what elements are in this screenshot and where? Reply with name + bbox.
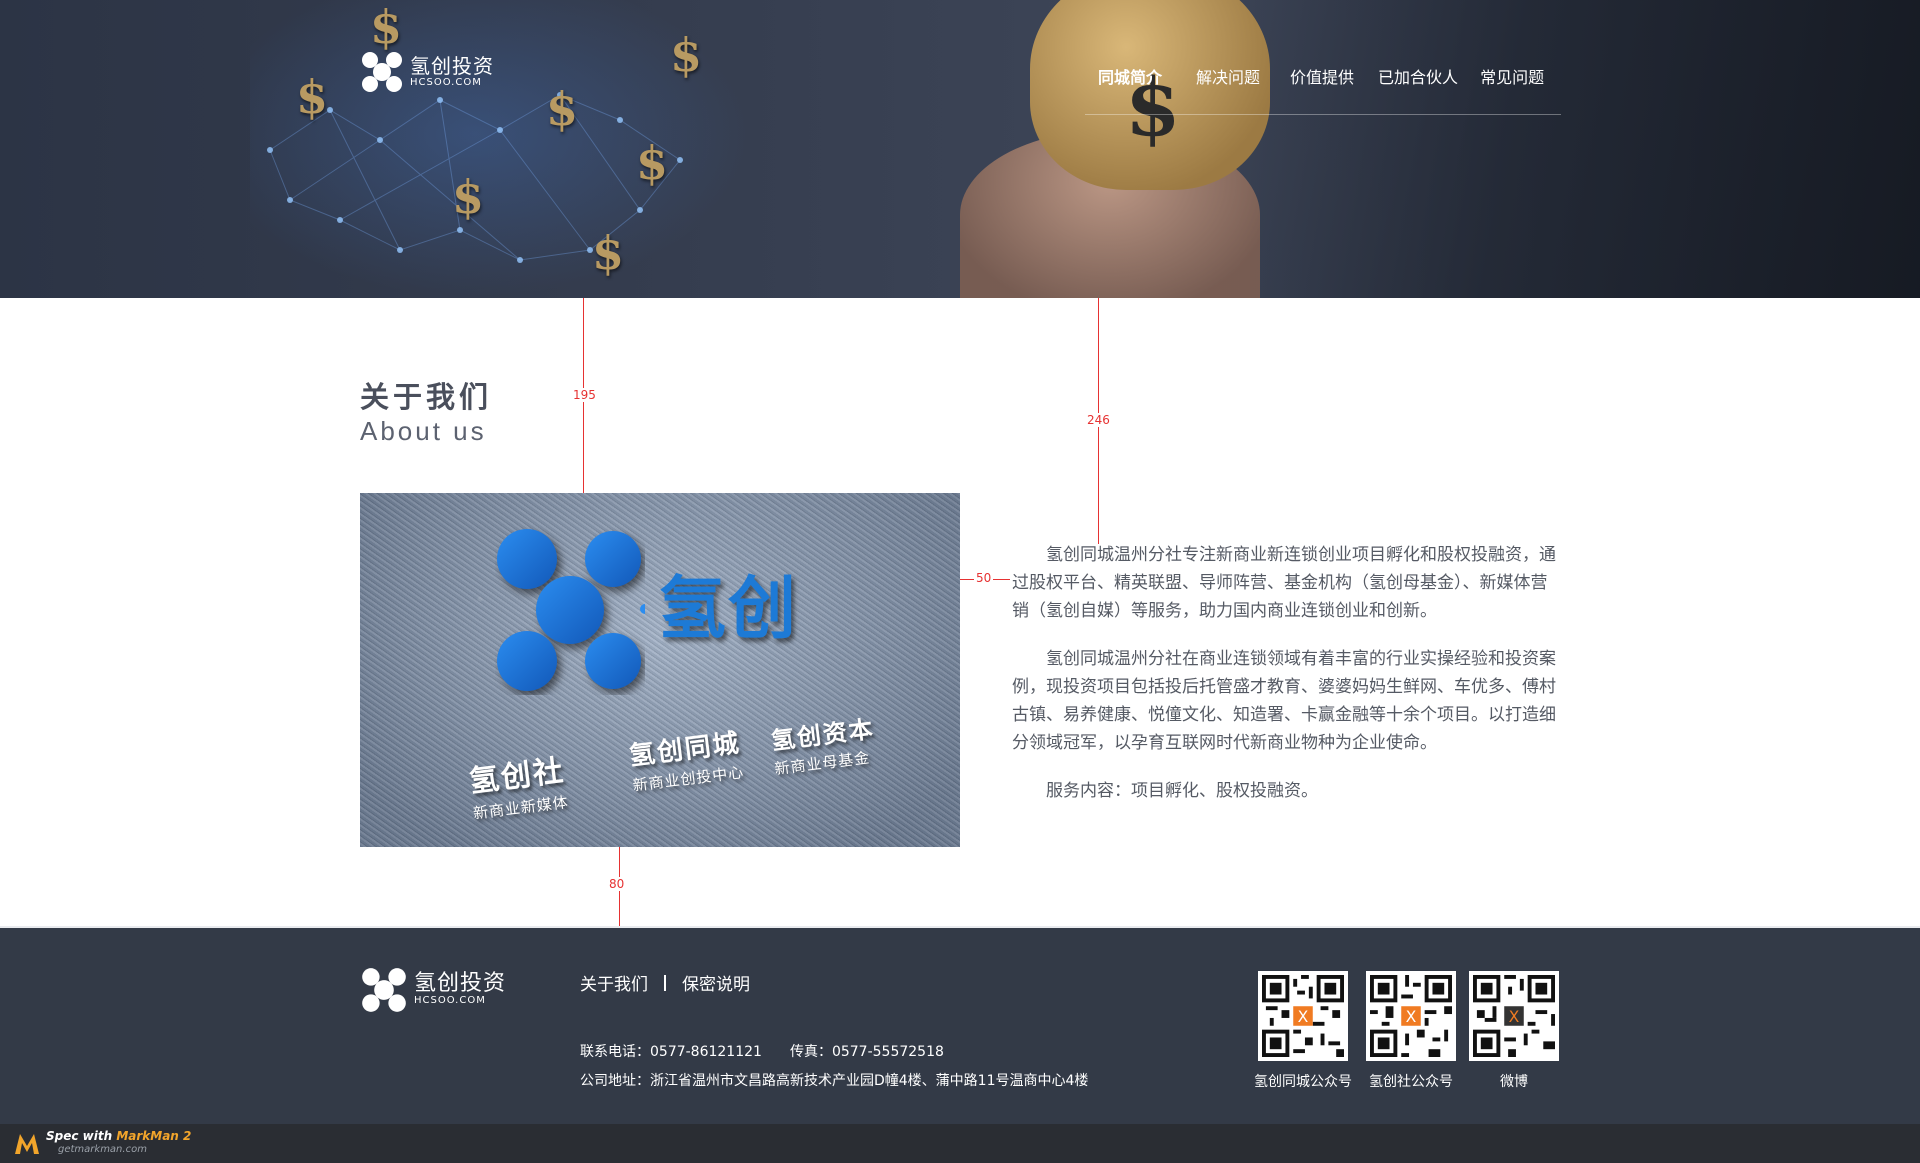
qr-block-hctc: X 氢创同城公众号 [1254, 971, 1352, 1091]
logo-en: HCSOO.COM [410, 77, 482, 88]
svg-text:X: X [1298, 1008, 1309, 1026]
dollar-icon: $ [546, 82, 579, 136]
markman-logo-icon [15, 1134, 39, 1154]
suit-background [1240, 0, 1920, 298]
footer-contact: 联系电话：0577-86121121 传真：0577-55572518 [580, 1041, 944, 1061]
dollar-icon: $ [452, 170, 485, 224]
nav-item-faq[interactable]: 常见问题 [1480, 64, 1544, 88]
footer-link-privacy[interactable]: 保密说明 [682, 970, 750, 995]
logo-cn: 氢创投资 [414, 971, 507, 996]
footer-phone: 联系电话：0577-86121121 [580, 1044, 762, 1060]
qr-block-hcs: X 氢创社公众号 [1366, 971, 1456, 1091]
qr-label: 氢创社公众号 [1369, 1074, 1453, 1090]
header-logo[interactable]: 氢创投资 HCSOO.COM [360, 50, 494, 94]
about-paragraph-3: 服务内容：项目孵化、股权投融资。 [1046, 781, 1318, 801]
measure-label-246: 246 [1085, 413, 1112, 427]
footer-fax: 传真：0577-55572518 [789, 1044, 944, 1060]
measure-label-80: 80 [607, 877, 627, 891]
markman-prefix: Spec with [46, 1129, 117, 1143]
about-photo: 氢创 氢创社 新商业新媒体 氢创同城 新商业创投中心 氢创资本 新商业母基金 [360, 493, 960, 847]
brand-name: 氢创 [658, 570, 799, 649]
dollar-icon: $ [296, 70, 329, 124]
nav-item-partners[interactable]: 已加合伙人 [1378, 64, 1458, 88]
sign-hctc: 氢创同城 新商业创投中心 [627, 728, 746, 795]
dollar-icon: $ [636, 136, 669, 190]
qr-code-icon[interactable]: X [1366, 971, 1456, 1061]
nav-underline [1085, 114, 1561, 115]
qr-block-weibo: X 微博 [1469, 971, 1559, 1091]
about-paragraph-2: 氢创同城温州分社在商业连锁领域有着丰富的行业实操经验和投资案例，现投资项目包括投… [1012, 649, 1556, 753]
dollar-icon: $ [670, 28, 703, 82]
footer-logo[interactable]: 氢创投资 HCSOO.COM [360, 966, 506, 1014]
measure-label-195: 195 [571, 388, 598, 402]
section-title: 关于我们 [360, 380, 493, 414]
qr-code-icon[interactable]: X [1258, 971, 1348, 1061]
svg-text:X: X [1509, 1008, 1520, 1026]
dollar-icon: $ [370, 0, 403, 54]
money-bag-graphic: $ [1030, 0, 1270, 190]
dollar-icon: $ [592, 226, 625, 280]
footer-link-separator [664, 974, 666, 991]
markman-url: getmarkman.com [58, 1144, 147, 1155]
sign-hczb: 氢创资本 新商业母基金 [769, 714, 877, 779]
qr-code-icon[interactable]: X [1469, 971, 1559, 1061]
measure-label-50: 50 [974, 571, 994, 585]
logo-x-icon [362, 968, 406, 1012]
markman-brand: MarkMan 2 [116, 1129, 192, 1143]
logo-x-icon [362, 52, 402, 92]
nav-item-solve[interactable]: 解决问题 [1196, 64, 1260, 88]
logo-en: HCSOO.COM [414, 995, 486, 1006]
main-nav: 同城简介 解决问题 价值提供 已加合伙人 常见问题 [1098, 64, 1544, 88]
footer [0, 928, 1920, 1124]
nav-item-value[interactable]: 价值提供 [1290, 64, 1354, 88]
about-description: 氢创同城温州分社专注新商业新连锁创业项目孵化和股权投融资，通过股权平台、精英联盟… [1012, 541, 1562, 825]
svg-text:X: X [1406, 1008, 1417, 1026]
qr-label: 微博 [1500, 1074, 1528, 1090]
footer-address: 公司地址：浙江省温州市文昌路高新技术产业园D幢4楼、蒲中路11号温商中心4楼 [580, 1073, 1089, 1089]
nav-item-intro[interactable]: 同城简介 [1098, 64, 1162, 88]
about-paragraph-1: 氢创同城温州分社专注新商业新连锁创业项目孵化和股权投融资，通过股权平台、精英联盟… [1012, 545, 1556, 621]
markman-bar: Spec with MarkMan 2 getmarkman.com [0, 1124, 1920, 1163]
hero-banner: $ $ $ $ $ $ $ $ [0, 0, 1920, 298]
sign-hcs: 氢创社 新商业新媒体 [467, 753, 570, 823]
section-subtitle: About us [360, 416, 487, 446]
qr-label: 氢创同城公众号 [1254, 1074, 1352, 1090]
footer-link-about[interactable]: 关于我们 [580, 970, 648, 995]
logo-cn: 氢创投资 [410, 54, 494, 78]
footer-links: 关于我们 保密说明 [580, 970, 750, 995]
brand-x-logo-icon [497, 529, 645, 691]
